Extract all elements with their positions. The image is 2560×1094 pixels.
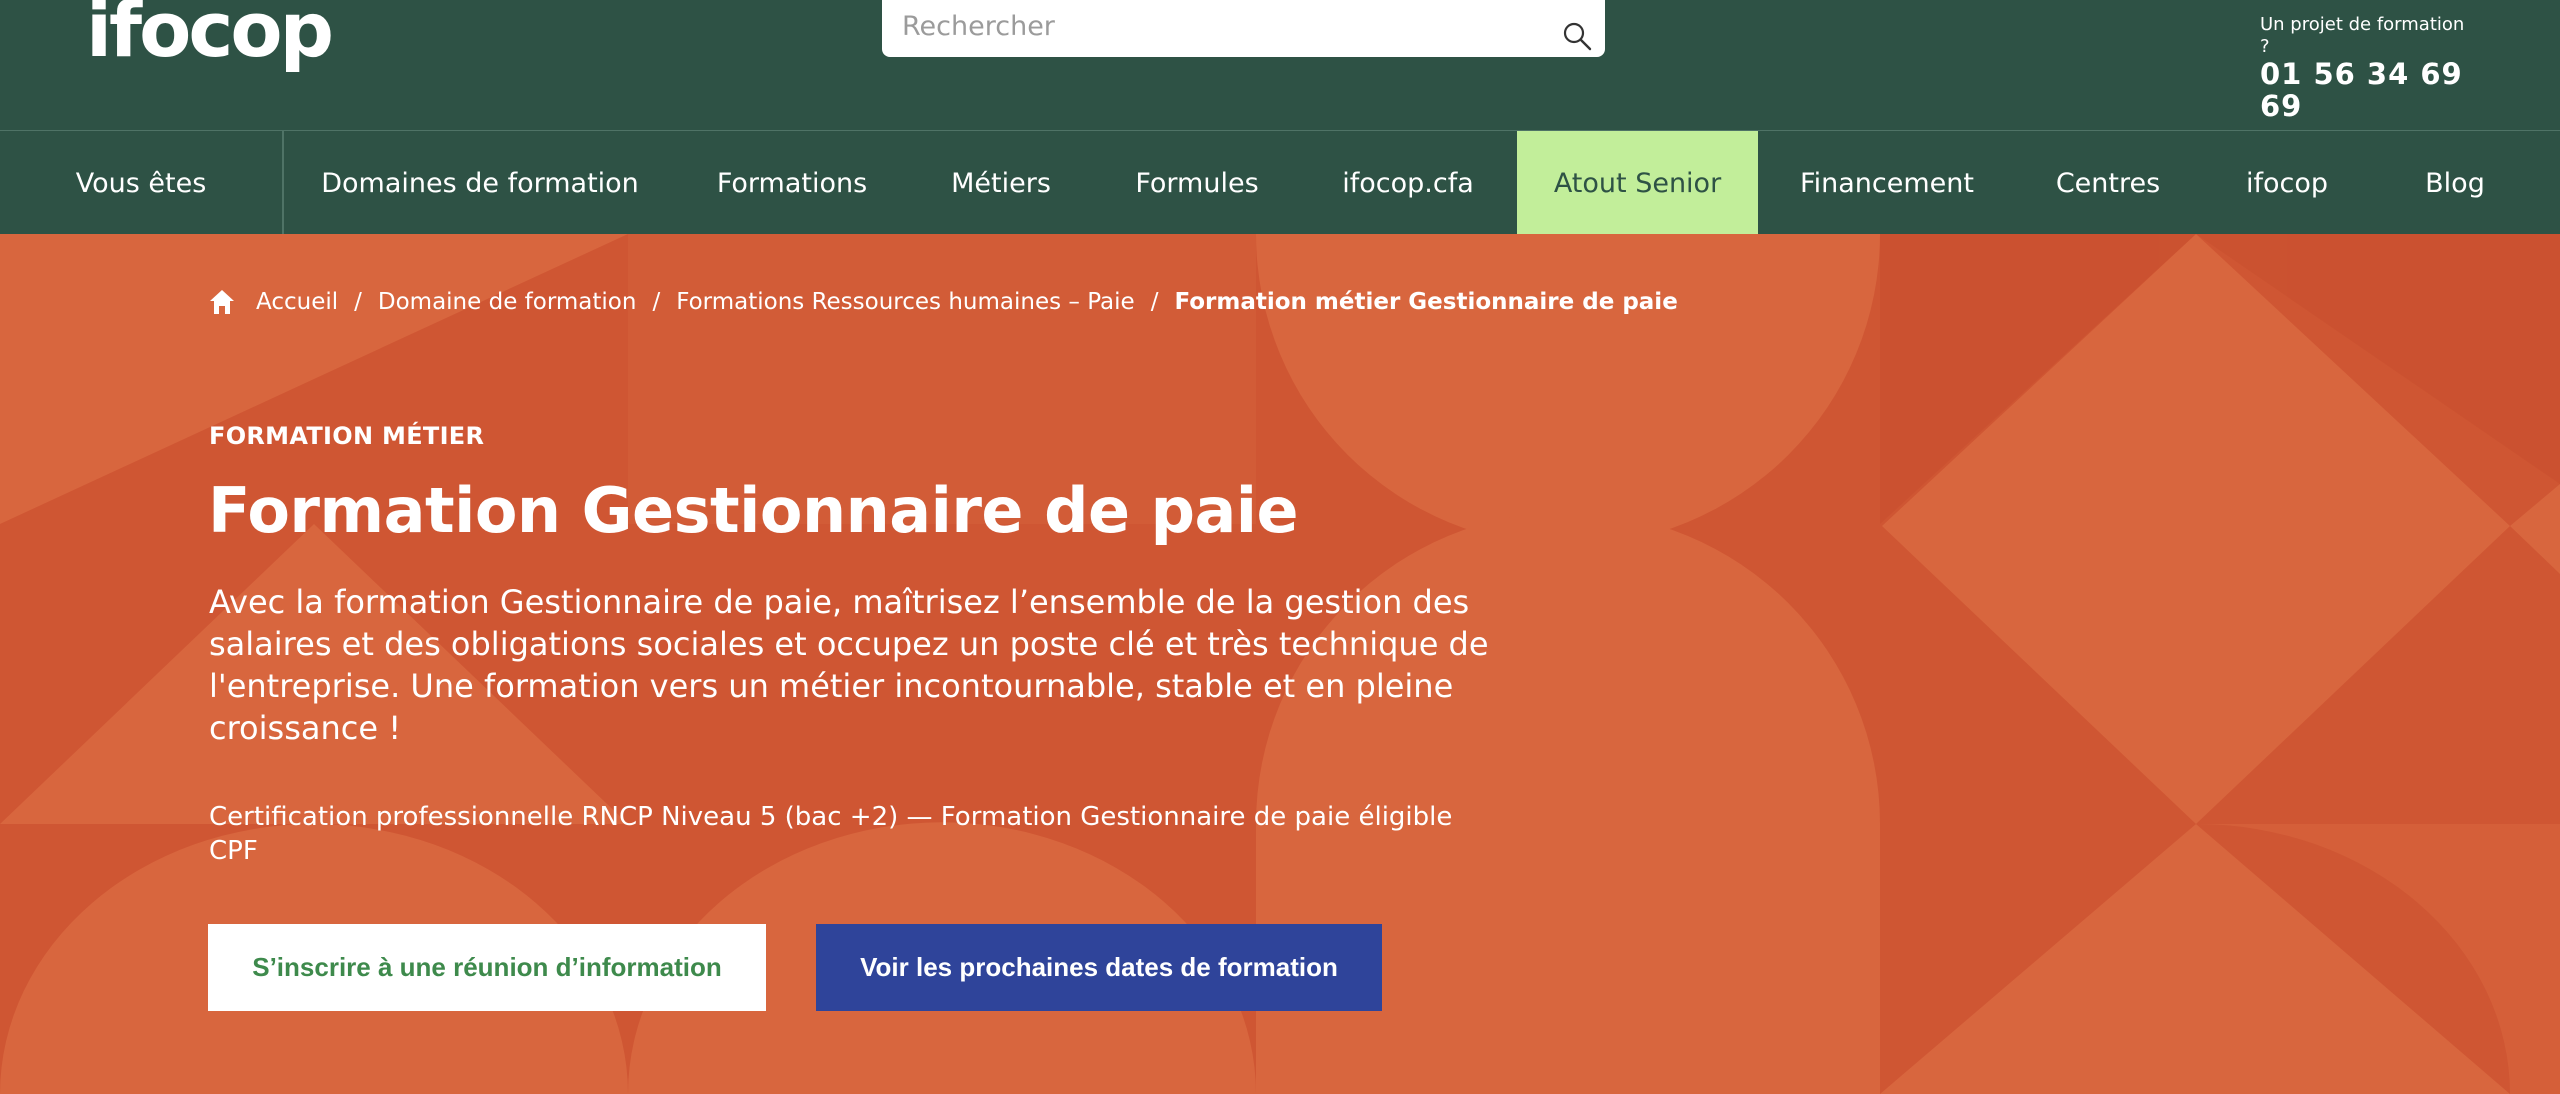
search-bar (882, 0, 1605, 57)
nav-item-formations[interactable]: Formations (690, 131, 894, 235)
nav-item-ifocop[interactable]: ifocop (2224, 131, 2350, 235)
contact-label: Un projet de formation ? (2260, 14, 2465, 57)
search-input[interactable] (902, 8, 1522, 44)
breadcrumb-item-rh-paie[interactable]: Formations Ressources humaines – Paie (676, 289, 1134, 315)
nav-item-formules[interactable]: Formules (1112, 131, 1282, 235)
hero-section: Accueil / Domaine de formation / Formati… (0, 234, 2560, 1094)
nav-item-domaines-de-formation[interactable]: Domaines de formation (300, 131, 660, 235)
page-eyebrow: FORMATION MÉTIER (209, 422, 485, 450)
home-icon[interactable] (208, 288, 236, 316)
contact-block: Un projet de formation ? 01 56 34 69 69 (2260, 14, 2470, 122)
page-title: Formation Gestionnaire de paie (208, 474, 1299, 547)
ifocop-logo[interactable]: ifocop (86, 0, 334, 68)
main-nav: Vous êtes Domaines de formation Formatio… (0, 130, 2560, 235)
register-info-session-button[interactable]: S’inscrire à une réunion d’information (208, 924, 766, 1011)
breadcrumb-item-domaine[interactable]: Domaine de formation (378, 289, 637, 315)
certification-text: Certification professionnelle RNCP Nivea… (209, 802, 1453, 866)
hero-lead-text: Avec la formation Gestionnaire de paie, … (209, 583, 1489, 747)
nav-item-atout-senior[interactable]: Atout Senior (1517, 131, 1758, 235)
breadcrumb-separator: / (1150, 289, 1159, 315)
top-header: ifocop Un projet de formation ? 01 56 34… (0, 0, 2560, 130)
breadcrumb-separator: / (354, 289, 362, 315)
nav-item-metiers[interactable]: Métiers (920, 131, 1082, 235)
nav-item-vous-etes[interactable]: Vous êtes (0, 131, 284, 235)
nav-item-blog[interactable]: Blog (2400, 131, 2510, 235)
search-icon[interactable] (1561, 20, 1595, 54)
breadcrumb-item-accueil[interactable]: Accueil (256, 289, 338, 315)
nav-item-centres[interactable]: Centres (2040, 131, 2176, 235)
breadcrumb: Accueil / Domaine de formation / Formati… (208, 284, 1678, 320)
nav-item-ifocop-cfa[interactable]: ifocop.cfa (1310, 131, 1506, 235)
nav-item-financement[interactable]: Financement (1776, 131, 1998, 235)
contact-phone[interactable]: 01 56 34 69 69 (2260, 58, 2470, 122)
breadcrumb-item-current: Formation métier Gestionnaire de paie (1174, 289, 1678, 315)
see-next-dates-button[interactable]: Voir les prochaines dates de formation (816, 924, 1382, 1011)
breadcrumb-separator: / (652, 289, 661, 315)
